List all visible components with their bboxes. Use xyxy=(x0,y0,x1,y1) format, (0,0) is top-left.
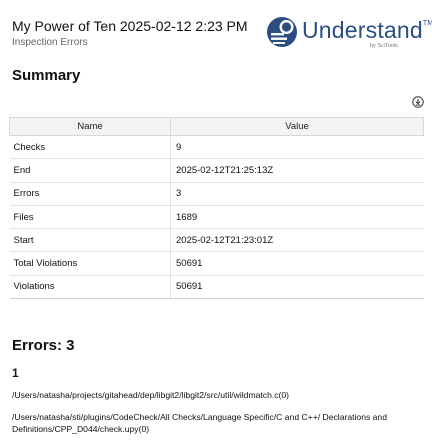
logo-wordmark: UnderstandTM xyxy=(302,17,432,43)
summary-table-body: Checks 9 End 2025-02-12T21:25:13Z Errors 3 Fil… xyxy=(9,135,424,300)
logo-byline: by SciTools xyxy=(370,43,398,49)
row-name-cell: Start xyxy=(9,228,171,253)
download-circle-icon[interactable] xyxy=(412,96,424,108)
table-row: Start 2025-02-12T21:23:01Z xyxy=(9,228,424,253)
summary-heading: Summary xyxy=(12,67,81,84)
column-header-value[interactable]: Value xyxy=(170,117,424,136)
table-row: Errors 3 xyxy=(9,182,424,206)
error-number: 1 xyxy=(12,366,19,380)
errors-heading: Errors: 3 xyxy=(12,337,75,354)
table-row: Checks 9 xyxy=(9,135,424,160)
report-subtitle: Inspection Errors xyxy=(12,37,88,48)
column-header-name[interactable]: Name xyxy=(9,117,171,136)
error-file-path: /Users/natasha/projects/gitahead/dep/lib… xyxy=(12,390,290,400)
table-row: Total Violations 50691 xyxy=(9,251,424,276)
table-row: End 2025-02-12T21:25:13Z xyxy=(9,158,424,183)
row-name-cell: Total Violations xyxy=(9,251,171,276)
table-row: Violations 50691 xyxy=(9,275,424,300)
row-value-cell: 9 xyxy=(170,135,424,160)
row-value-cell: 2025-02-12T21:23:01Z xyxy=(170,228,424,253)
understand-logo-icon xyxy=(267,17,297,47)
row-name-cell: End xyxy=(9,158,171,183)
understand-logo: UnderstandTM by SciTools xyxy=(266,15,432,51)
row-name-cell: Files xyxy=(9,205,171,230)
row-value-cell: 2025-02-12T21:25:13Z xyxy=(170,158,424,183)
row-name-cell: Errors xyxy=(9,182,171,206)
row-value-cell: 3 xyxy=(170,182,424,206)
summary-table: Name Value Checks 9 End 2025-02-12T21:25:13… xyxy=(9,117,424,300)
summary-header-row: Name Value xyxy=(9,117,424,136)
report-header: My Power of Ten 2025-02-12 2:23 PM Inspe… xyxy=(12,18,248,48)
row-value-cell: 50691 xyxy=(170,275,424,300)
row-name-cell: Violations xyxy=(9,275,171,300)
table-row: Files 1689 xyxy=(9,205,424,230)
row-value-cell: 50691 xyxy=(170,251,424,276)
row-value-cell: 1689 xyxy=(170,205,424,230)
report-title: My Power of Ten 2025-02-12 2:23 PM xyxy=(12,18,248,34)
error-check-path: /Users/natasha/sti/plugins/CodeCheck/All… xyxy=(12,412,387,434)
row-name-cell: Checks xyxy=(9,135,171,160)
